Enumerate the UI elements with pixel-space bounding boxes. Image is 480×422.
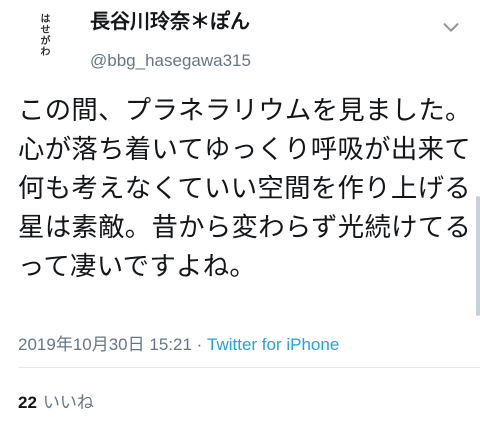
tweet-header: 長谷川玲奈＊ぽん @bbg_hasegawa315 [90, 8, 251, 73]
likes-count: 22 [18, 393, 37, 412]
avatar[interactable]: はせがわ [18, 8, 70, 60]
tweet-text: この間、プラネラリウムを見ました。心が落ち着いてゆっくり呼吸が出来て何も考えなく… [18, 95, 472, 282]
avatar-text: はせがわ [38, 13, 49, 57]
likes-stat[interactable]: 22 いいね [18, 388, 94, 413]
tweet-source-link[interactable]: Twitter for iPhone [207, 335, 339, 354]
likes-label: いいね [42, 393, 94, 412]
tweet-meta: 2019年10月30日 15:21 · Twitter for iPhone [18, 330, 339, 355]
tweet-timestamp[interactable]: 2019年10月30日 15:21 [18, 335, 192, 354]
scrollbar[interactable] [476, 196, 480, 316]
user-handle[interactable]: @bbg_hasegawa315 [90, 49, 251, 73]
display-name[interactable]: 長谷川玲奈＊ぽん [90, 8, 251, 34]
meta-separator: · [191, 335, 208, 354]
chevron-down-icon[interactable] [440, 16, 462, 38]
divider [18, 367, 480, 368]
